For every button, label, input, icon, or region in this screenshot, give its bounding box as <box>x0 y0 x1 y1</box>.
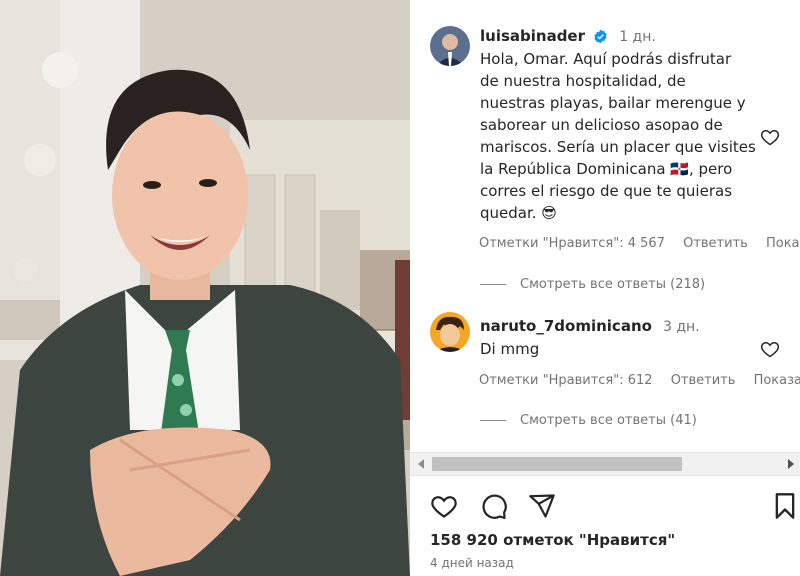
view-replies-button[interactable]: Смотреть все ответы (41) <box>480 413 697 428</box>
comment-naruto: naruto_7dominicano 3 дн. Di mmg <box>480 316 800 360</box>
comment-line: de nuestra hospitalidad, de <box>480 72 686 90</box>
video-still <box>0 0 410 576</box>
like-comment-heart-icon[interactable] <box>760 127 780 151</box>
comment-meta: Отметки "Нравится": 612 Ответить Показат… <box>479 373 800 388</box>
horizontal-scrollbar[interactable] <box>410 452 800 476</box>
bookmark-icon[interactable] <box>772 492 798 524</box>
comment-line: Hola, Omar. Aquí podrás disfrutar <box>480 50 732 68</box>
like-comment-heart-icon[interactable] <box>760 339 780 363</box>
post-timestamp[interactable]: 4 дней назад <box>430 556 514 570</box>
reply-button[interactable]: Ответить <box>671 373 736 388</box>
comment-line: quedar. 😎 <box>480 204 557 222</box>
avatar[interactable] <box>430 312 470 352</box>
video-frame[interactable] <box>0 0 410 576</box>
scroll-left-arrow-icon[interactable] <box>418 459 424 469</box>
avatar-image <box>430 26 470 66</box>
comment-text: Hola, Omar. Aquí podrás disfrutar de nue… <box>480 48 800 224</box>
comment-luisabinader: luisabinader 1 дн. Hola, Omar. Aquí podr… <box>480 26 800 224</box>
comment-username[interactable]: naruto_7dominicano <box>480 317 652 335</box>
comment-age[interactable]: 1 дн. <box>619 29 656 45</box>
heart-icon[interactable] <box>430 492 458 524</box>
scrollbar-thumb[interactable] <box>432 457 682 471</box>
comment-username[interactable]: luisabinader <box>480 27 585 45</box>
divider <box>480 420 506 421</box>
view-replies-label: Смотреть все ответы (218) <box>520 277 706 292</box>
avatar-image <box>430 312 470 352</box>
comment-likes[interactable]: Отметки "Нравится": 612 <box>479 373 653 388</box>
view-replies-button[interactable]: Смотреть все ответы (218) <box>480 277 705 292</box>
comment-line: nuestras playas, bailar merengue y <box>480 94 746 112</box>
comment-age[interactable]: 3 дн. <box>663 319 700 335</box>
view-replies-label: Смотреть все ответы (41) <box>520 413 697 428</box>
reply-button[interactable]: Ответить <box>683 236 748 251</box>
scroll-right-arrow-icon[interactable] <box>788 459 794 469</box>
comment-likes[interactable]: Отметки "Нравится": 4 567 <box>479 236 665 251</box>
avatar[interactable] <box>430 26 470 66</box>
comment-line: corres el riesgo de que te quieras <box>480 182 733 200</box>
comment-meta: Отметки "Нравится": 4 567 Ответить Показ… <box>479 236 800 251</box>
comment-line: saborear un delicioso asopao de <box>480 116 723 134</box>
divider <box>480 284 506 285</box>
comment-line: la República Dominicana 🇩🇴, pero <box>480 160 733 178</box>
show-translation-button[interactable]: Показать <box>766 236 800 251</box>
post-like-count[interactable]: 158 920 отметок "Нравится" <box>430 531 675 549</box>
comment-text: Di mmg <box>480 340 540 358</box>
share-icon[interactable] <box>528 492 556 524</box>
comment-line: mariscos. Sería un placer que visites <box>480 138 756 156</box>
show-translation-button[interactable]: Показать <box>754 373 800 388</box>
verified-badge-icon <box>593 29 608 48</box>
comment-icon[interactable] <box>480 492 508 524</box>
post-action-bar <box>410 476 800 536</box>
